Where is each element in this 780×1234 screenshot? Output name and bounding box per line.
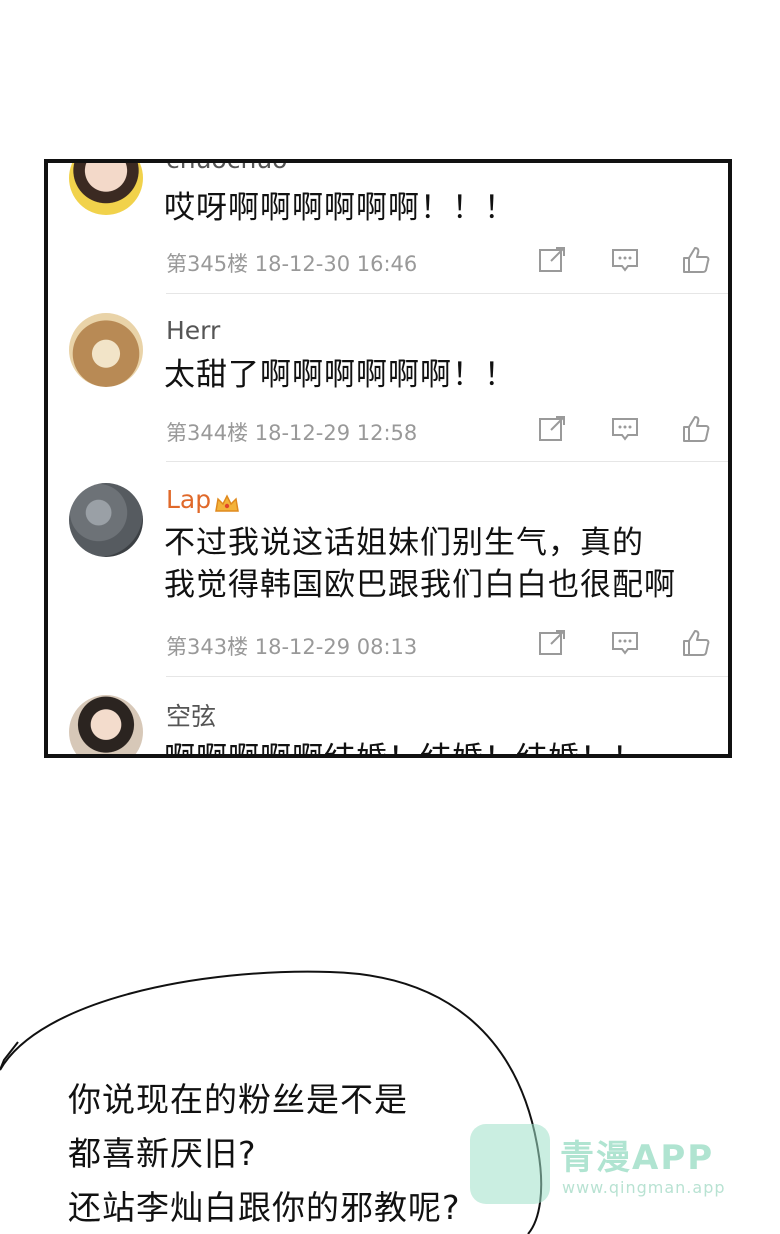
comment-meta: 第343楼 18-12-29 08:13 (166, 635, 418, 659)
comment-username[interactable]: Herr (166, 316, 220, 345)
bubble-text-line: 都喜新厌旧? (68, 1134, 257, 1173)
comment-username[interactable]: Lap (166, 485, 240, 514)
comment-username-text: Lap (166, 485, 212, 514)
comment-username[interactable]: chuochuo (166, 163, 287, 174)
bubble-text-line: 还站李灿白跟你的邪教呢? (68, 1188, 461, 1227)
like-icon[interactable] (681, 245, 711, 275)
comment-meta: 第344楼 18-12-29 12:58 (166, 421, 418, 445)
reply-icon[interactable] (610, 628, 640, 658)
watermark-url: www.qingman.app (562, 1178, 726, 1197)
comment-text: 不过我说这话姐妹们别生气，真的 (164, 525, 644, 561)
bubble-text-line: 你说现在的粉丝是不是 (68, 1080, 408, 1119)
share-icon[interactable] (537, 245, 567, 275)
avatar[interactable] (69, 163, 143, 215)
share-icon[interactable] (537, 414, 567, 444)
divider (166, 676, 728, 677)
comment-username[interactable]: 空弦 (166, 697, 216, 733)
comment-meta: 第345楼 18-12-30 16:46 (166, 252, 418, 276)
divider (166, 293, 728, 294)
avatar[interactable] (69, 695, 143, 754)
like-icon[interactable] (681, 414, 711, 444)
avatar[interactable] (69, 313, 143, 387)
divider (166, 461, 728, 462)
crown-icon (214, 491, 240, 512)
comment-panel: chuochuo 哎呀啊啊啊啊啊啊！！！ 第345楼 18-12-30 16:4… (44, 159, 732, 758)
comment-text: 太甜了啊啊啊啊啊啊！！ (164, 357, 516, 393)
avatar[interactable] (69, 483, 143, 557)
like-icon[interactable] (681, 628, 711, 658)
watermark-title: 青漫APP (560, 1138, 715, 1178)
reply-icon[interactable] (610, 414, 640, 444)
comment-text: 哎呀啊啊啊啊啊啊！！！ (164, 190, 516, 226)
share-icon[interactable] (537, 628, 567, 658)
cat-logo-icon (470, 1124, 550, 1204)
comment-text: 我觉得韩国欧巴跟我们白白也很配啊 (164, 567, 676, 603)
reply-icon[interactable] (610, 245, 640, 275)
comment-text: 啊啊啊啊啊结婚！结婚！结婚！！ (164, 739, 644, 754)
